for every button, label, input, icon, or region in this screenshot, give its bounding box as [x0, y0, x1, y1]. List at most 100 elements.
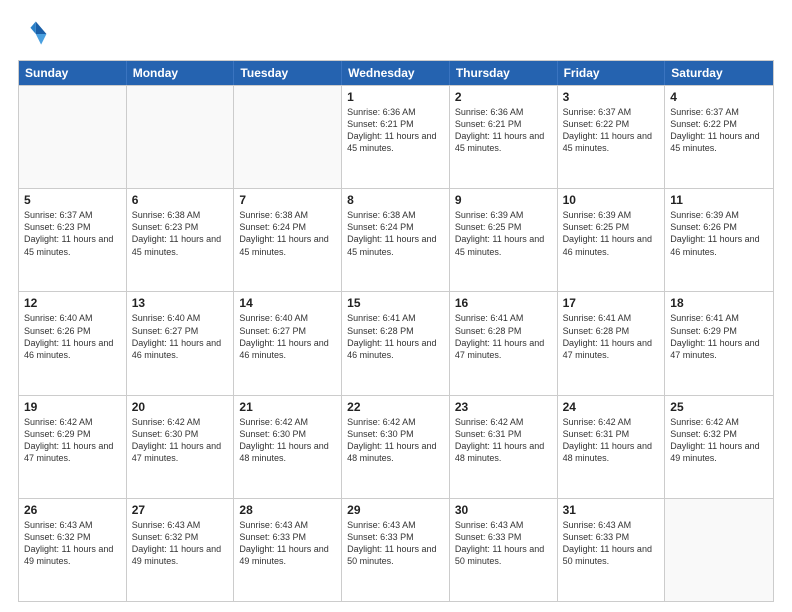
calendar-cell: 4Sunrise: 6:37 AM Sunset: 6:22 PM Daylig… — [665, 86, 773, 188]
cell-info-text: Sunrise: 6:38 AM Sunset: 6:24 PM Dayligh… — [347, 209, 444, 258]
cell-info-text: Sunrise: 6:43 AM Sunset: 6:33 PM Dayligh… — [563, 519, 660, 568]
cell-info-text: Sunrise: 6:41 AM Sunset: 6:28 PM Dayligh… — [455, 312, 552, 361]
cell-day-number: 23 — [455, 400, 552, 414]
cell-info-text: Sunrise: 6:36 AM Sunset: 6:21 PM Dayligh… — [347, 106, 444, 155]
cell-info-text: Sunrise: 6:39 AM Sunset: 6:25 PM Dayligh… — [563, 209, 660, 258]
cell-day-number: 21 — [239, 400, 336, 414]
cell-info-text: Sunrise: 6:43 AM Sunset: 6:32 PM Dayligh… — [24, 519, 121, 568]
cell-info-text: Sunrise: 6:39 AM Sunset: 6:26 PM Dayligh… — [670, 209, 768, 258]
cell-info-text: Sunrise: 6:37 AM Sunset: 6:22 PM Dayligh… — [563, 106, 660, 155]
cell-info-text: Sunrise: 6:37 AM Sunset: 6:22 PM Dayligh… — [670, 106, 768, 155]
page: SundayMondayTuesdayWednesdayThursdayFrid… — [0, 0, 792, 612]
calendar-cell: 10 Sunrise: 6:39 AM Sunset: 6:25 PM Dayli… — [558, 189, 666, 291]
cell-info-text: Sunrise: 6:43 AM Sunset: 6:33 PM Dayligh… — [239, 519, 336, 568]
calendar-cell — [234, 86, 342, 188]
cell-day-number: 30 — [455, 503, 552, 517]
cell-day-number: 10 — [563, 193, 660, 207]
calendar-cell: 2 Sunrise: 6:36 AM Sunset: 6:21 PM Daylig… — [450, 86, 558, 188]
cell-info-text: Sunrise: 6:42 AM Sunset: 6:30 PM Dayligh… — [347, 416, 444, 465]
cell-day-number: 12 — [24, 296, 121, 310]
cell-day-number: 13 — [132, 296, 229, 310]
calendar-cell: 5 Sunrise: 6:37 AM Sunset: 6:23 PM Daylig… — [19, 189, 127, 291]
cell-info-text: Sunrise: 6:40 AM Sunset: 6:27 PM Dayligh… — [132, 312, 229, 361]
calendar-cell: 28Sunrise: 6:43 AM Sunset: 6:33 PM Dayli… — [234, 499, 342, 601]
calendar-header-row: SundayMondayTuesdayWednesdayThursdayFrid… — [19, 61, 773, 85]
calendar-cell: 15 Sunrise: 6:41 AM Sunset: 6:28 PM Dayli… — [342, 292, 450, 394]
cell-info-text: Sunrise: 6:39 AM Sunset: 6:25 PM Dayligh… — [455, 209, 552, 258]
calendar: SundayMondayTuesdayWednesdayThursdayFrid… — [18, 60, 774, 602]
cell-day-number: 16 — [455, 296, 552, 310]
calendar-cell: 1 Sunrise: 6:36 AM Sunset: 6:21 PM Daylig… — [342, 86, 450, 188]
cell-day-number: 24 — [563, 400, 660, 414]
cell-day-number: 17 — [563, 296, 660, 310]
calendar-row: 1 Sunrise: 6:36 AM Sunset: 6:21 PM Daylig… — [19, 85, 773, 188]
calendar-cell: 9 Sunrise: 6:39 AM Sunset: 6:25 PM Daylig… — [450, 189, 558, 291]
calendar-cell — [665, 499, 773, 601]
calendar-cell: 27 Sunrise: 6:43 AM Sunset: 6:32 PM Dayli… — [127, 499, 235, 601]
logo-icon — [18, 18, 50, 50]
calendar-cell: 21 Sunrise: 6:42 AM Sunset: 6:30 PM Dayli… — [234, 396, 342, 498]
cell-day-number: 31 — [563, 503, 660, 517]
calendar-row: 26 Sunrise: 6:43 AM Sunset: 6:32 PM Dayli… — [19, 498, 773, 601]
calendar-header-cell: Monday — [127, 61, 235, 85]
cell-info-text: Sunrise: 6:38 AM Sunset: 6:23 PM Dayligh… — [132, 209, 229, 258]
cell-info-text: Sunrise: 6:42 AM Sunset: 6:31 PM Dayligh… — [455, 416, 552, 465]
calendar-body: 1 Sunrise: 6:36 AM Sunset: 6:21 PM Daylig… — [19, 85, 773, 601]
calendar-cell: 12 Sunrise: 6:40 AM Sunset: 6:26 PM Dayli… — [19, 292, 127, 394]
cell-info-text: Sunrise: 6:42 AM Sunset: 6:32 PM Dayligh… — [670, 416, 768, 465]
cell-info-text: Sunrise: 6:41 AM Sunset: 6:28 PM Dayligh… — [347, 312, 444, 361]
calendar-header-cell: Thursday — [450, 61, 558, 85]
calendar-row: 19 Sunrise: 6:42 AM Sunset: 6:29 PM Dayli… — [19, 395, 773, 498]
calendar-cell: 22 Sunrise: 6:42 AM Sunset: 6:30 PM Dayli… — [342, 396, 450, 498]
calendar-cell: 23 Sunrise: 6:42 AM Sunset: 6:31 PM Dayli… — [450, 396, 558, 498]
cell-day-number: 6 — [132, 193, 229, 207]
calendar-cell: 8Sunrise: 6:38 AM Sunset: 6:24 PM Daylig… — [342, 189, 450, 291]
cell-day-number: 27 — [132, 503, 229, 517]
calendar-cell: 16 Sunrise: 6:41 AM Sunset: 6:28 PM Dayli… — [450, 292, 558, 394]
calendar-header-cell: Wednesday — [342, 61, 450, 85]
calendar-cell: 31 Sunrise: 6:43 AM Sunset: 6:33 PM Dayli… — [558, 499, 666, 601]
calendar-cell: 25Sunrise: 6:42 AM Sunset: 6:32 PM Dayli… — [665, 396, 773, 498]
cell-day-number: 1 — [347, 90, 444, 104]
cell-day-number: 22 — [347, 400, 444, 414]
cell-day-number: 11 — [670, 193, 768, 207]
cell-info-text: Sunrise: 6:36 AM Sunset: 6:21 PM Dayligh… — [455, 106, 552, 155]
cell-info-text: Sunrise: 6:42 AM Sunset: 6:30 PM Dayligh… — [132, 416, 229, 465]
cell-day-number: 2 — [455, 90, 552, 104]
calendar-row: 12 Sunrise: 6:40 AM Sunset: 6:26 PM Dayli… — [19, 291, 773, 394]
calendar-cell: 24 Sunrise: 6:42 AM Sunset: 6:31 PM Dayli… — [558, 396, 666, 498]
cell-day-number: 5 — [24, 193, 121, 207]
cell-day-number: 3 — [563, 90, 660, 104]
calendar-cell: 6 Sunrise: 6:38 AM Sunset: 6:23 PM Daylig… — [127, 189, 235, 291]
cell-day-number: 18 — [670, 296, 768, 310]
cell-info-text: Sunrise: 6:42 AM Sunset: 6:31 PM Dayligh… — [563, 416, 660, 465]
cell-day-number: 14 — [239, 296, 336, 310]
cell-day-number: 26 — [24, 503, 121, 517]
cell-info-text: Sunrise: 6:43 AM Sunset: 6:33 PM Dayligh… — [347, 519, 444, 568]
cell-info-text: Sunrise: 6:43 AM Sunset: 6:33 PM Dayligh… — [455, 519, 552, 568]
calendar-cell: 26 Sunrise: 6:43 AM Sunset: 6:32 PM Dayli… — [19, 499, 127, 601]
calendar-row: 5 Sunrise: 6:37 AM Sunset: 6:23 PM Daylig… — [19, 188, 773, 291]
cell-day-number: 15 — [347, 296, 444, 310]
logo — [18, 18, 54, 50]
calendar-cell: 20Sunrise: 6:42 AM Sunset: 6:30 PM Dayli… — [127, 396, 235, 498]
calendar-cell — [127, 86, 235, 188]
cell-info-text: Sunrise: 6:42 AM Sunset: 6:30 PM Dayligh… — [239, 416, 336, 465]
cell-info-text: Sunrise: 6:43 AM Sunset: 6:32 PM Dayligh… — [132, 519, 229, 568]
calendar-cell: 7Sunrise: 6:38 AM Sunset: 6:24 PM Daylig… — [234, 189, 342, 291]
header — [18, 18, 774, 50]
cell-info-text: Sunrise: 6:40 AM Sunset: 6:26 PM Dayligh… — [24, 312, 121, 361]
calendar-cell: 30 Sunrise: 6:43 AM Sunset: 6:33 PM Dayli… — [450, 499, 558, 601]
cell-info-text: Sunrise: 6:41 AM Sunset: 6:29 PM Dayligh… — [670, 312, 768, 361]
calendar-cell — [19, 86, 127, 188]
cell-info-text: Sunrise: 6:37 AM Sunset: 6:23 PM Dayligh… — [24, 209, 121, 258]
cell-day-number: 9 — [455, 193, 552, 207]
cell-info-text: Sunrise: 6:42 AM Sunset: 6:29 PM Dayligh… — [24, 416, 121, 465]
cell-day-number: 7 — [239, 193, 336, 207]
calendar-header-cell: Tuesday — [234, 61, 342, 85]
cell-day-number: 19 — [24, 400, 121, 414]
calendar-header-cell: Sunday — [19, 61, 127, 85]
cell-info-text: Sunrise: 6:41 AM Sunset: 6:28 PM Dayligh… — [563, 312, 660, 361]
calendar-cell: 18 Sunrise: 6:41 AM Sunset: 6:29 PM Dayli… — [665, 292, 773, 394]
calendar-cell: 3 Sunrise: 6:37 AM Sunset: 6:22 PM Daylig… — [558, 86, 666, 188]
